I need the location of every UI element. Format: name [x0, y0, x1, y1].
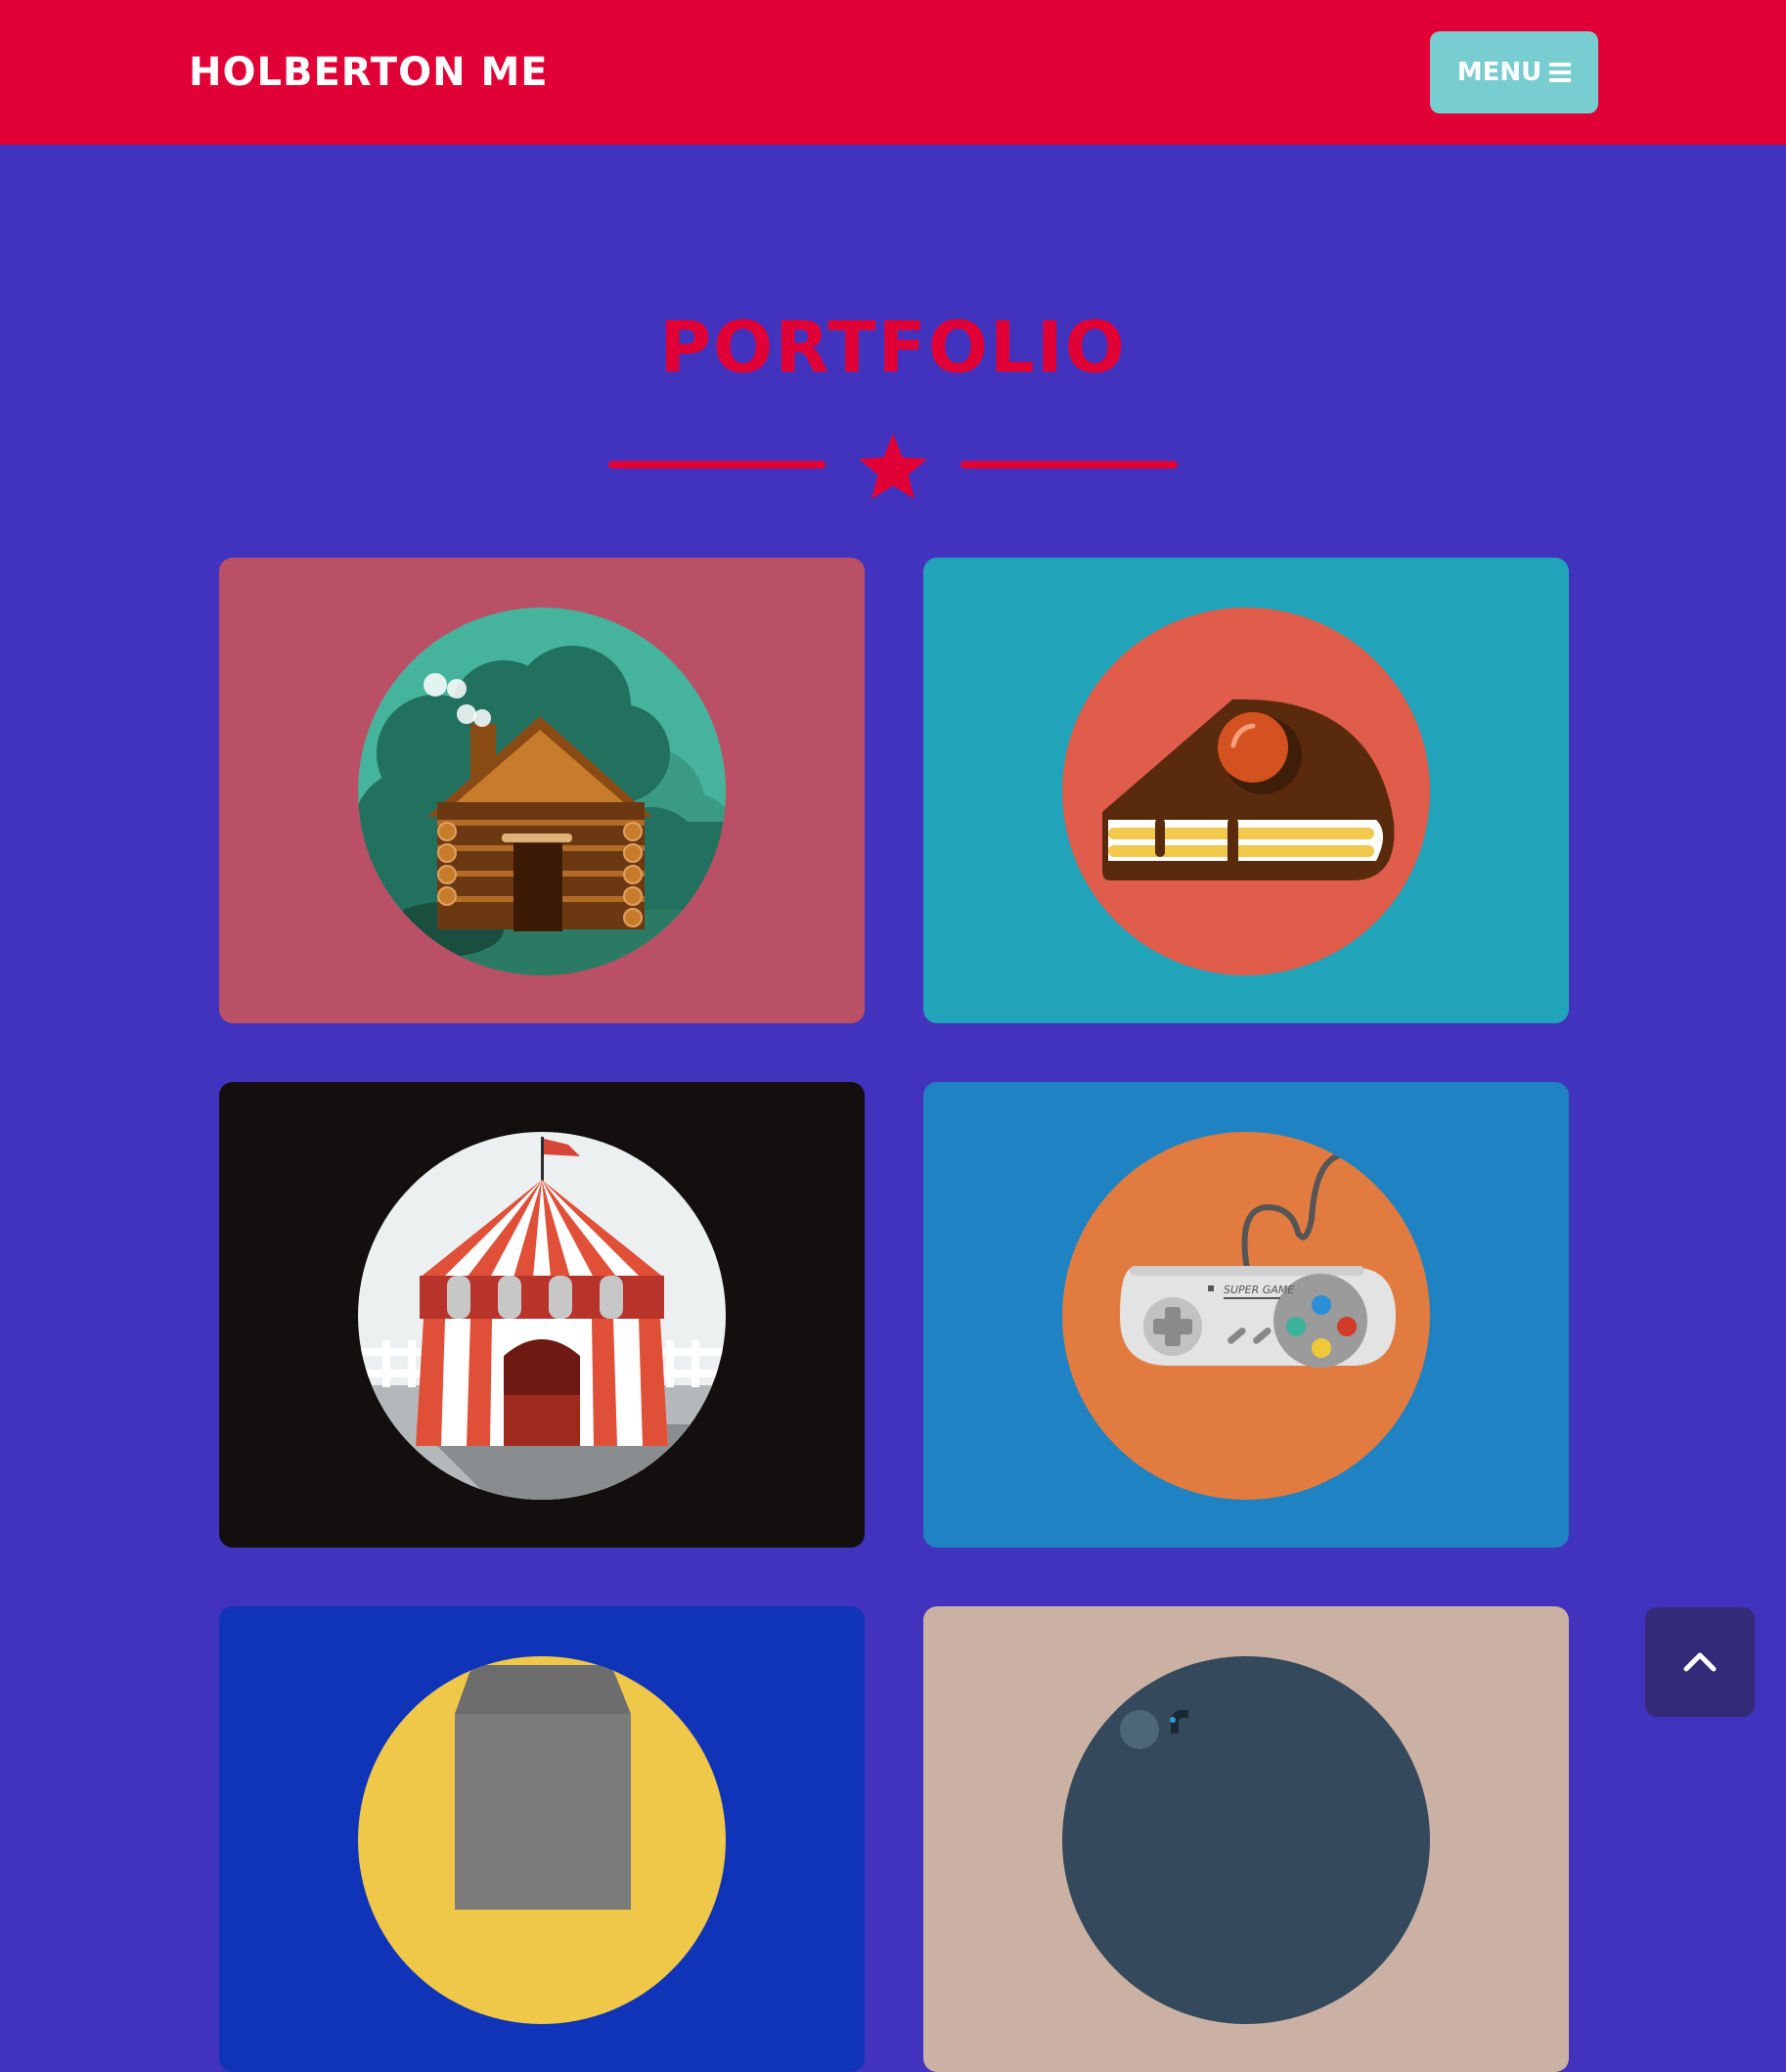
section-divider	[608, 433, 1178, 499]
portfolio-item-cabin[interactable]	[219, 558, 865, 1023]
divider-line-right	[960, 461, 1178, 469]
portfolio-item-circus[interactable]	[219, 1082, 865, 1548]
back-to-top-button[interactable]	[1645, 1607, 1755, 1717]
portfolio-item-submarine[interactable]	[923, 1606, 1569, 2072]
brand-logo[interactable]: HOLBERTON ME	[189, 47, 549, 98]
cabin-illustration	[358, 608, 726, 975]
menu-button[interactable]: MENU	[1430, 31, 1598, 113]
portfolio-item-cake[interactable]	[923, 558, 1569, 1023]
safe-illustration	[358, 1656, 726, 2024]
circus-tent-illustration	[358, 1132, 726, 1500]
cake-illustration	[1062, 608, 1430, 975]
portfolio-item-safe[interactable]	[219, 1606, 865, 2072]
menu-label: MENU	[1456, 58, 1542, 87]
game-controller-illustration: SUPER GAME	[1062, 1132, 1430, 1500]
section-title: PORTFOLIO	[659, 306, 1127, 388]
svg-text:SUPER GAME: SUPER GAME	[1224, 1284, 1294, 1296]
submarine-illustration	[1062, 1656, 1430, 2024]
navbar: HOLBERTON ME MENU	[0, 0, 1786, 145]
star-icon	[859, 433, 927, 499]
portfolio-item-game[interactable]: SUPER GAME	[923, 1082, 1569, 1548]
bars-icon	[1549, 63, 1572, 82]
chevron-up-icon	[1683, 1652, 1717, 1672]
divider-line-left	[608, 461, 826, 469]
